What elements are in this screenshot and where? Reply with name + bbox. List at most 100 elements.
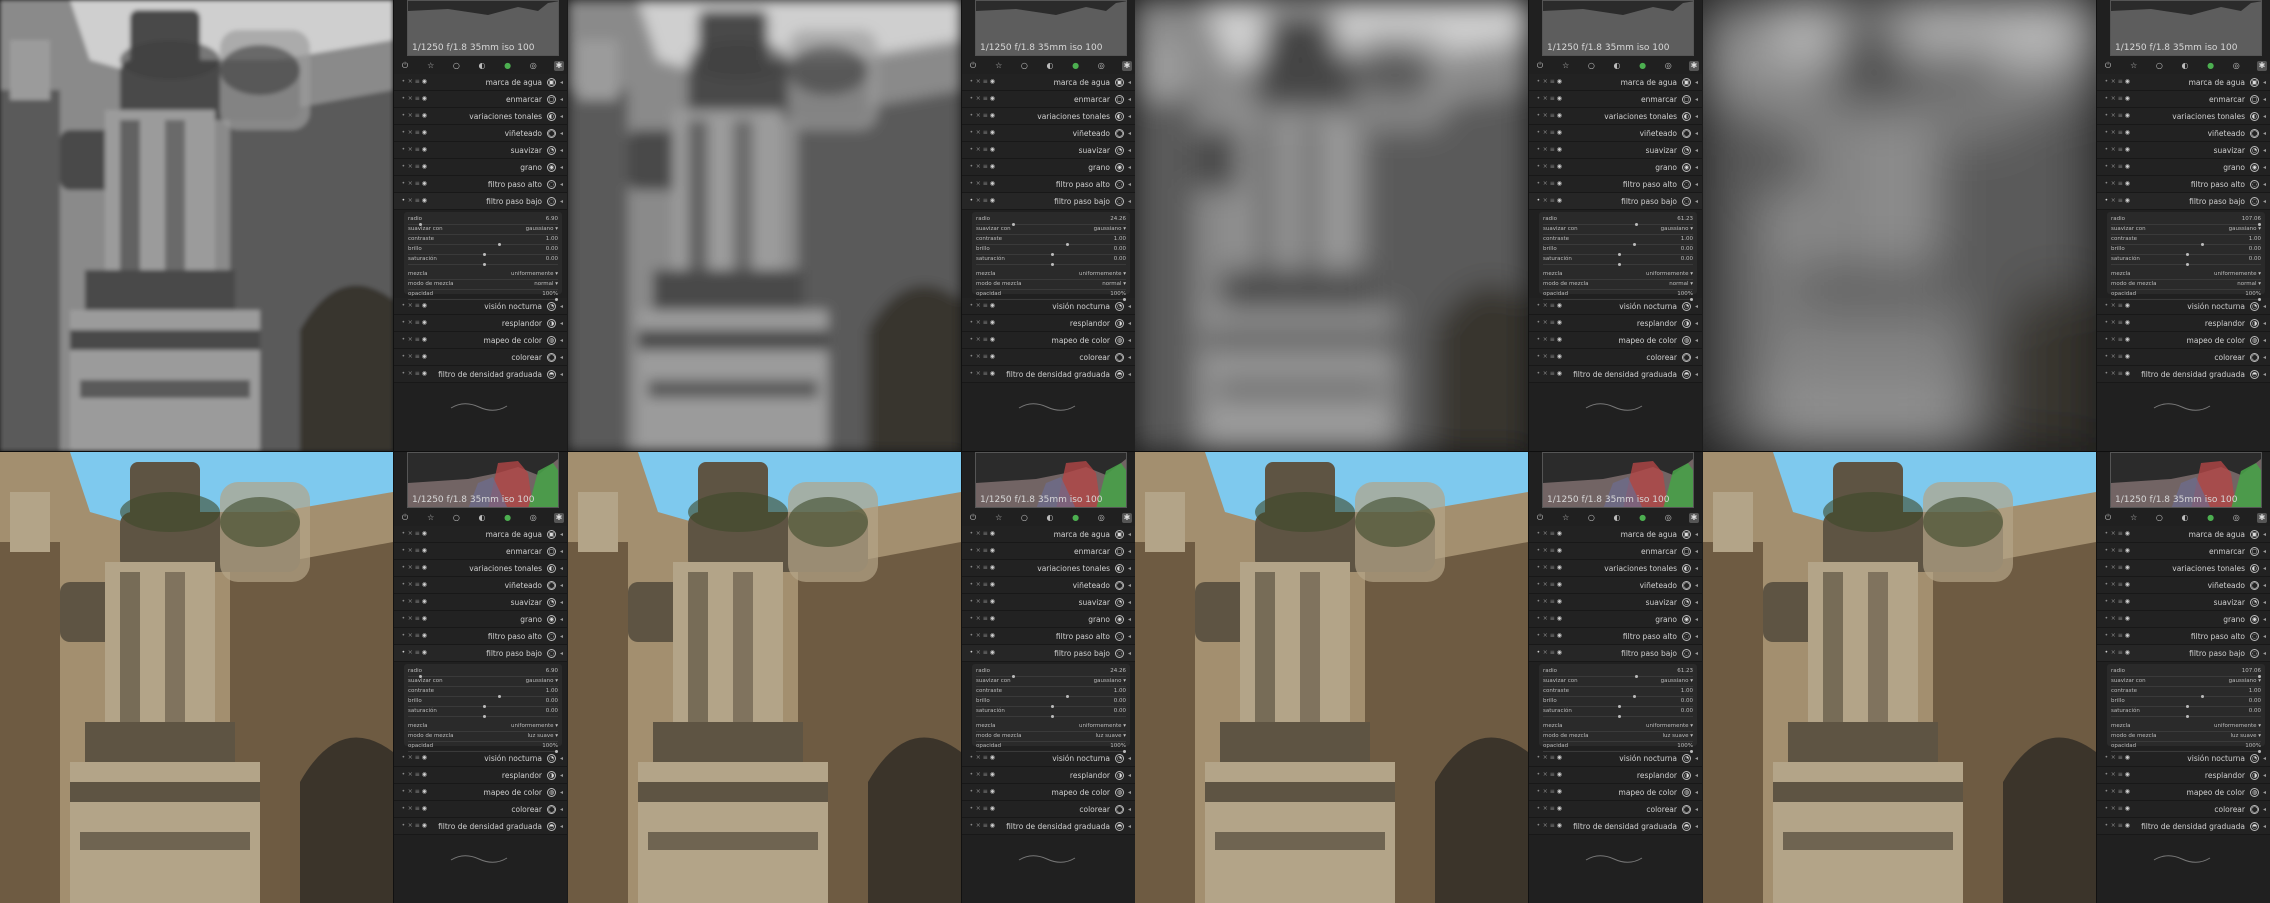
image-canvas[interactable] [568, 0, 961, 451]
presets-menu-icon[interactable]: ≡ [983, 164, 988, 170]
expand-arrow-icon[interactable]: ◂ [558, 548, 563, 555]
presets-menu-icon[interactable]: ≡ [2118, 582, 2123, 588]
radius-slider[interactable]: radio 24.26 [976, 215, 1126, 226]
graduated-density-icon[interactable]: ◓ [2250, 369, 2259, 379]
frame-icon[interactable]: ▢ [1682, 546, 1691, 556]
preset-icon[interactable]: • [401, 565, 406, 571]
opacity-slider-knob[interactable] [2258, 298, 2261, 301]
expand-arrow-icon[interactable]: ◂ [1126, 565, 1131, 572]
preset-icon[interactable]: • [2104, 789, 2109, 795]
reset-icon[interactable]: × [976, 354, 981, 360]
module-visión-nocturna[interactable]: • × ≡ ◉ visión nocturna ◔ ◂ [962, 750, 1135, 767]
expand-arrow-icon[interactable]: ◂ [558, 198, 563, 205]
preset-icon[interactable]: • [2104, 198, 2109, 204]
presets-menu-icon[interactable]: ≡ [983, 616, 988, 622]
preset-icon[interactable]: • [969, 599, 974, 605]
color-mapping-icon[interactable]: ◍ [2250, 787, 2259, 797]
module-enmarcar[interactable]: • × ≡ ◉ enmarcar ▢ ◂ [394, 91, 567, 108]
reset-icon[interactable]: × [976, 147, 981, 153]
module-grano[interactable]: • × ≡ ◉ grano ◉ ◂ [1529, 611, 1702, 628]
graduated-density-icon[interactable]: ◓ [1115, 369, 1124, 379]
reset-icon[interactable]: × [2111, 823, 2116, 829]
preset-icon[interactable]: • [401, 755, 406, 761]
split-tone-icon[interactable]: ◐ [2250, 111, 2259, 121]
presets-menu-icon[interactable]: ≡ [983, 531, 988, 537]
module-filtro-paso-bajo[interactable]: • × ≡ ◉ filtro paso bajo ◌ ◂ [962, 193, 1135, 210]
grain-icon[interactable]: ◉ [1115, 162, 1124, 172]
histogram[interactable]: 1/1250 f/1.8 35mm iso 100 [2110, 0, 2262, 56]
reset-icon[interactable]: × [976, 96, 981, 102]
star-icon[interactable]: ☆ [994, 513, 1004, 523]
preset-icon[interactable]: • [401, 616, 406, 622]
star-icon[interactable]: ☆ [426, 61, 436, 71]
reset-icon[interactable]: × [976, 79, 981, 85]
expand-arrow-icon[interactable]: ◂ [1126, 164, 1131, 171]
presets-menu-icon[interactable]: ≡ [2118, 303, 2123, 309]
preset-icon[interactable]: • [969, 96, 974, 102]
reset-icon[interactable]: × [976, 823, 981, 829]
reset-icon[interactable]: × [408, 198, 413, 204]
opacity-slider-knob[interactable] [1123, 298, 1126, 301]
preset-icon[interactable]: • [969, 823, 974, 829]
grain-icon[interactable]: ◉ [1682, 162, 1691, 172]
reset-icon[interactable]: × [1543, 582, 1548, 588]
module-marca-de-agua[interactable]: • × ≡ ◉ marca de agua ▣ ◂ [962, 526, 1135, 543]
blend-mode-select[interactable]: modo de mezcla luz suave ▾ [408, 732, 558, 742]
presets-menu-icon[interactable]: ≡ [415, 79, 420, 85]
presets-menu-icon[interactable]: ≡ [983, 337, 988, 343]
contrast-slider[interactable]: contraste 1.00 [408, 235, 558, 246]
blend-select[interactable]: mezcla uniformemente ▾ [1543, 722, 1693, 732]
highpass-icon[interactable]: ◌ [2250, 631, 2259, 641]
module-enmarcar[interactable]: • × ≡ ◉ enmarcar ▢ ◂ [2097, 543, 2270, 560]
module-colorear[interactable]: • × ≡ ◉ colorear ◯ ◂ [1529, 349, 1702, 366]
preset-icon[interactable]: • [2104, 113, 2109, 119]
presets-menu-icon[interactable]: ≡ [983, 79, 988, 85]
contrast-slider[interactable]: contraste 1.00 [2111, 235, 2261, 246]
presets-menu-icon[interactable]: ≡ [415, 599, 420, 605]
module-colorear[interactable]: • × ≡ ◉ colorear ◯ ◂ [962, 801, 1135, 818]
expand-arrow-icon[interactable]: ◂ [1693, 599, 1698, 606]
module-colorear[interactable]: • × ≡ ◉ colorear ◯ ◂ [394, 801, 567, 818]
module-viñeteado[interactable]: • × ≡ ◉ viñeteado ◯ ◂ [394, 125, 567, 142]
saturation-slider-knob[interactable] [483, 263, 486, 266]
module-mapeo-de-color[interactable]: • × ≡ ◉ mapeo de color ◍ ◂ [394, 332, 567, 349]
presets-menu-icon[interactable]: ≡ [1550, 582, 1555, 588]
color-circle-icon[interactable]: ● [503, 513, 513, 523]
preset-icon[interactable]: • [2104, 755, 2109, 761]
presets-menu-icon[interactable]: ≡ [415, 130, 420, 136]
module-filtro-de-densidad-graduada[interactable]: • × ≡ ◉ filtro de densidad graduada ◓ ◂ [1529, 366, 1702, 383]
grain-icon[interactable]: ◉ [547, 614, 556, 624]
reset-icon[interactable]: × [2111, 772, 2116, 778]
module-filtro-paso-bajo[interactable]: • × ≡ ◉ filtro paso bajo ◌ ◂ [1529, 193, 1702, 210]
expand-arrow-icon[interactable]: ◂ [2261, 130, 2266, 137]
power-icon[interactable]: ⏻ [968, 513, 978, 523]
preset-icon[interactable]: • [1536, 181, 1541, 187]
colorize-icon[interactable]: ◯ [1682, 352, 1691, 362]
presets-menu-icon[interactable]: ≡ [983, 130, 988, 136]
radius-slider[interactable]: radio 6.90 [408, 667, 558, 678]
soften-icon[interactable]: ◔ [547, 145, 556, 155]
highpass-icon[interactable]: ◌ [1682, 179, 1691, 189]
expand-arrow-icon[interactable]: ◂ [1126, 303, 1131, 310]
blend-mode-select[interactable]: modo de mezcla normal ▾ [408, 280, 558, 290]
frame-icon[interactable]: ▢ [547, 94, 556, 104]
preset-icon[interactable]: • [969, 79, 974, 85]
preset-icon[interactable]: • [2104, 164, 2109, 170]
aperture-icon[interactable]: ◎ [528, 513, 538, 523]
module-filtro-paso-alto[interactable]: • × ≡ ◉ filtro paso alto ◌ ◂ [2097, 176, 2270, 193]
preset-icon[interactable]: • [401, 772, 406, 778]
module-marca-de-agua[interactable]: • × ≡ ◉ marca de agua ▣ ◂ [394, 526, 567, 543]
module-filtro-de-densidad-graduada[interactable]: • × ≡ ◉ filtro de densidad graduada ◓ ◂ [962, 818, 1135, 835]
aperture-icon[interactable]: ◎ [2231, 61, 2241, 71]
preset-icon[interactable]: • [2104, 599, 2109, 605]
preset-icon[interactable]: • [401, 789, 406, 795]
brightness-slider[interactable]: brillo 0.00 [1543, 245, 1693, 256]
module-filtro-de-densidad-graduada[interactable]: • × ≡ ◉ filtro de densidad graduada ◓ ◂ [2097, 366, 2270, 383]
module-resplandor[interactable]: • × ≡ ◉ resplandor ◑ ◂ [962, 767, 1135, 784]
expand-arrow-icon[interactable]: ◂ [1693, 531, 1698, 538]
soften-icon[interactable]: ◔ [1115, 145, 1124, 155]
preset-icon[interactable]: • [1536, 354, 1541, 360]
module-mapeo-de-color[interactable]: • × ≡ ◉ mapeo de color ◍ ◂ [2097, 332, 2270, 349]
reset-icon[interactable]: × [408, 96, 413, 102]
power-icon[interactable]: ⏻ [1535, 513, 1545, 523]
